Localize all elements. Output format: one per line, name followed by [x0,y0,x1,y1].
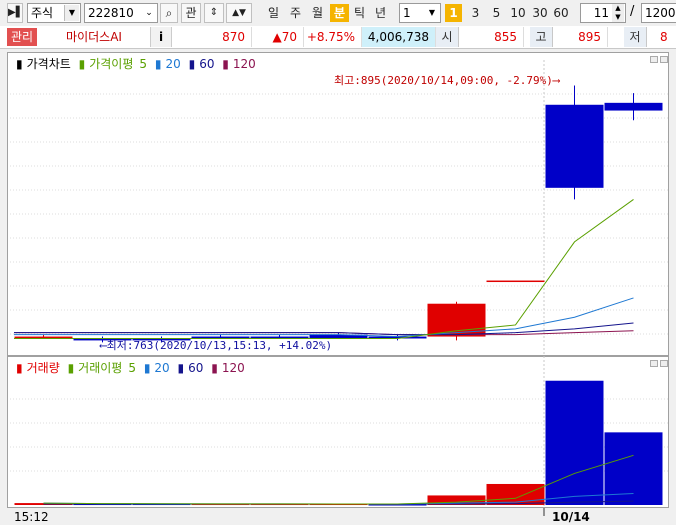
price-ma5-label: 5 [139,57,148,71]
volume-ma-label: 거래이평 [78,361,123,375]
volume-legend: ▮ 거래량 ▮ 거래이평 5 ▮ 20 ▮ 60 ▮ 120 [16,359,249,376]
price-ma60-label: 60 [199,57,215,71]
period-tick[interactable]: 틱 [350,4,369,22]
volume-ma60-label: 60 [188,361,204,375]
trade-volume: 4,006,738 [362,27,436,47]
legend-marker: ▮ [78,57,86,71]
high-annotation: 최고:895(2020/10/14,09:00, -2.79%)⟶ [334,74,560,87]
stock-code-input[interactable]: 222810 ⌄ [84,3,158,23]
legend-marker: ▮ [143,361,151,375]
count-input[interactable]: 11 ▲ ▼ [580,3,626,23]
price-legend-title: 가격차트 [26,57,71,71]
volume-chart-panel [7,356,669,508]
low-label: 저 [624,27,647,47]
price-ma20-label: 20 [165,57,181,71]
interval-30-button[interactable]: 30 [529,4,551,22]
legend-marker: ▮ [188,57,196,71]
total-input-value: 1200 [645,6,676,20]
chevron-down-icon: ▼ [64,5,79,21]
legend-marker: ▮ [67,361,75,375]
legend-marker: ▮ [154,57,162,71]
status-badge: 관리 [7,28,37,46]
market-select[interactable]: 주식 ▼ [27,3,81,23]
period-count-value: 1 [403,6,411,20]
low-annotation: ⟵최저:763(2020/10/13,15:13, +14.02%) [100,339,333,352]
kwan-button[interactable]: 관 [181,3,201,23]
spin-updown-icon: ▲ ▼ [612,4,624,22]
toolbar: ▶▌ 주식 ▼ 222810 ⌄ ⌕ 관 ⇕ ▲▼ 일 주 월 분 틱 년 1 … [0,0,676,27]
count-input-value: 11 [593,6,609,20]
price-chart-panel [7,52,669,356]
price-ma120-label: 120 [232,57,256,71]
search-icon[interactable]: ⌕ [160,3,178,23]
spin-updown-icon[interactable]: ▲▼ [226,3,252,23]
interval-10-button[interactable]: 10 [507,4,529,22]
volume-ma5-label: 5 [128,361,136,375]
price-change: ▲70 [252,27,304,47]
period-week[interactable]: 주 [286,4,305,22]
open-label: 시 [436,27,459,47]
period-day[interactable]: 일 [264,4,283,22]
chevron-down-icon: ⌄ [145,8,153,18]
market-select-value: 주식 [31,6,54,20]
interval-3-button[interactable]: 3 [466,4,485,22]
x-axis-date-label: 10/14 [552,510,590,524]
volume-ma120-label: 120 [221,361,245,375]
panel-toggle-icon[interactable]: ▶▌ [7,3,23,23]
legend-marker: ▮ [16,57,23,71]
price-legend: ▮ 가격차트 ▮ 가격이평 5 ▮ 20 ▮ 60 ▮ 120 [16,55,260,72]
volume-ma20-label: 20 [154,361,170,375]
period-minute[interactable]: 분 [330,4,349,22]
change-percent: +8.75% [304,27,362,47]
arrows-updown-icon[interactable]: ⇕ [204,3,224,23]
legend-marker: ▮ [222,57,229,71]
x-axis-start-label: 15:12 [14,510,49,524]
legend-marker: ▮ [16,361,23,375]
high-price: 895 [552,27,608,47]
legend-marker: ▮ [177,361,185,375]
count-separator: / [630,4,635,19]
high-label: 고 [530,27,553,47]
info-button[interactable]: i [150,27,172,47]
legend-marker: ▮ [211,361,218,375]
stock-code-value: 222810 [88,6,134,20]
low-price: 8 [660,30,668,44]
close-icon[interactable] [660,360,668,367]
minimize-icon[interactable] [650,56,658,63]
stock-name[interactable]: 마이더스AI [40,27,148,47]
period-year[interactable]: 년 [371,4,390,22]
total-input[interactable]: 1200 [641,3,676,23]
kwan-button-label: 관 [185,6,197,20]
volume-legend-title: 거래량 [26,361,60,375]
interval-1-button[interactable]: 1 [445,4,462,22]
period-count-select[interactable]: 1 ▼ [399,3,441,23]
price-ma-label: 가격이평 [89,57,134,71]
interval-60-button[interactable]: 60 [550,4,572,22]
period-month[interactable]: 월 [308,4,327,22]
close-icon[interactable] [660,56,668,63]
chevron-down-icon: ▼ [428,8,436,17]
current-price: 870 [172,27,252,47]
interval-5-button[interactable]: 5 [487,4,506,22]
minimize-icon[interactable] [650,360,658,367]
open-price: 855 [458,27,524,47]
